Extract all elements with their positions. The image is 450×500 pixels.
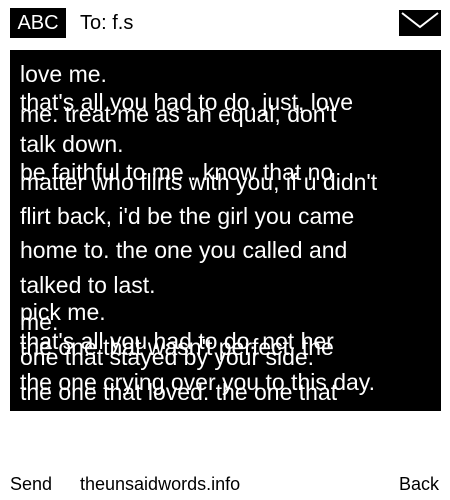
message-line: matter who flirts with you, if u didn't [20,169,378,195]
message-line: one that stayed by your side. [20,344,315,370]
send-button[interactable]: Send [10,473,52,495]
input-mode-badge[interactable]: ABC [10,8,66,38]
message-line: the one that loved. the one that [20,379,338,405]
message-line: talked to last. [20,272,156,298]
back-button[interactable]: Back [399,473,439,495]
message-body[interactable]: love me. that's all you had to do. just,… [10,50,441,411]
message-line: talk down. [20,131,124,157]
recipient-field[interactable]: To: f.s [80,10,133,36]
message-line: flirt back, i'd be the girl you came [20,203,355,229]
message-line: me. treat me as an equal, don't [20,101,337,127]
message-line: love me. [20,61,107,87]
site-link[interactable]: theunsaidwords.info [80,473,240,495]
envelope-icon[interactable] [399,10,441,36]
message-line: home to. the one you called and [20,237,348,263]
